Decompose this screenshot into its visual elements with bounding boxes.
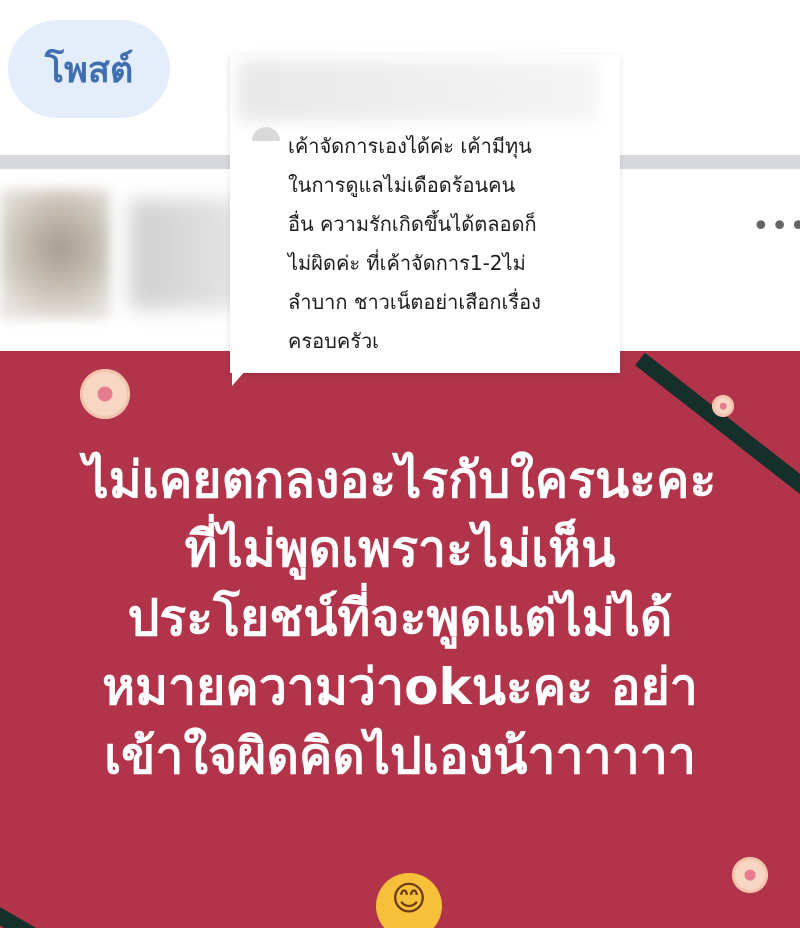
caption-line: ประโยชน์ที่จะพูดแต่ไม่ได้ <box>127 589 673 647</box>
post-button[interactable]: โพสต์ <box>8 20 170 118</box>
comment-line: ครอบครัวเ <box>288 329 380 353</box>
caption-line: เข้าใจผิดคิดไปเองน้าาาาาา <box>104 727 696 785</box>
avatar[interactable] <box>0 189 110 319</box>
comment-line: เค้าจัดการเองได้ค่ะ เค้ามีทุน <box>288 134 532 158</box>
author-name-blurred <box>130 199 240 309</box>
comment-line: ไม่ผิดค่ะ ที่เค้าจัดการ1-2ไม่ <box>288 251 526 275</box>
more-options-icon[interactable]: ••• <box>752 209 800 244</box>
caption-line: ที่ไม่พูดเพราะไม่เห็น <box>184 520 616 578</box>
comment-tail <box>232 370 246 386</box>
caption-line: หมายความว่าokนะคะ อย่า <box>102 658 698 716</box>
post-image: ไม่เคยตกลงอะไรกับใครนะคะ ที่ไม่พูดเพราะไ… <box>0 351 800 928</box>
comment-line: ในการดูแลไม่เดือดร้อนคน <box>288 173 516 197</box>
smile-emoji-icon: 😊 <box>376 873 442 928</box>
comment-line: อื่น ความรักเกิดขึ้นได้ตลอดก็ <box>288 212 537 236</box>
caption-line: ไม่เคยตกลงอะไรกับใครนะคะ <box>83 451 717 509</box>
comment-line: ลำบาก ชาวเน็ตอย่าเสือกเรื่อง <box>288 290 541 314</box>
commenter-avatar <box>252 127 280 141</box>
image-caption: ไม่เคยตกลงอะไรกับใครนะคะ ที่ไม่พูดเพราะไ… <box>20 446 780 791</box>
decor-stripe <box>0 892 78 928</box>
flower-icon <box>80 369 130 419</box>
flower-icon <box>732 857 768 893</box>
comment-text: เค้าจัดการเองได้ค่ะ เค้ามีทุน ในการดูแลไ… <box>288 127 608 361</box>
commenter-name-blurred <box>238 61 598 121</box>
flower-icon <box>712 395 734 417</box>
comment-card: เค้าจัดการเองได้ค่ะ เค้ามีทุน ในการดูแลไ… <box>230 55 620 373</box>
